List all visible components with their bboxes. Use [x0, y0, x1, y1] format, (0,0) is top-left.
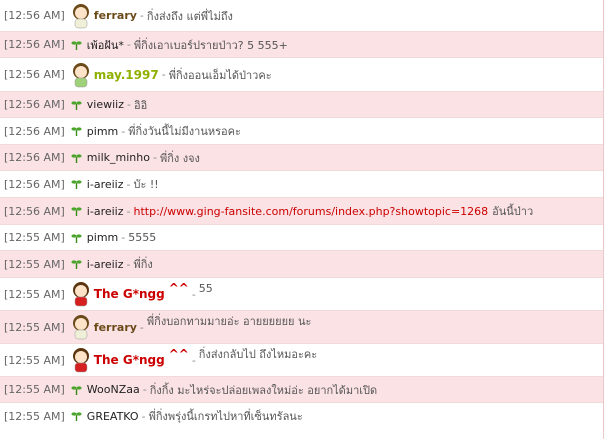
chat-message: [12:56 AM] i-areiiz - บัะ !! — [0, 171, 603, 198]
separator: - — [191, 287, 196, 301]
chat-message: [12:56 AM] milk_minho - พี่กิ่ง งจง — [0, 145, 603, 171]
girl-avatar-icon — [72, 348, 89, 373]
username[interactable]: pimm — [87, 231, 118, 244]
separator: - — [126, 257, 131, 271]
message-time: [12:55 AM] — [4, 383, 65, 396]
sprout-icon — [71, 412, 82, 421]
username[interactable]: WooNZaa — [87, 383, 140, 396]
message-time: [12:55 AM] — [4, 287, 65, 301]
message-time: [12:56 AM] — [4, 38, 65, 51]
sprout-icon — [71, 207, 82, 216]
sprout-icon — [71, 153, 82, 163]
sprout-icon — [71, 260, 82, 269]
message-text: 55 — [198, 281, 213, 295]
message-text: กิ่งส่งกลับไป ถึงไหมอะคะ — [198, 348, 318, 361]
separator: - — [142, 383, 147, 396]
message-time: [12:55 AM] — [4, 353, 65, 367]
message-text: พี่กิ่งออนเอ็มได้ป่าวคะ — [168, 68, 272, 82]
separator: - — [161, 68, 166, 81]
message-time: [12:56 AM] — [4, 151, 65, 164]
chat-log: [12:56 AM] ferrary - กิ่งส่งถึง แต่พี่ไม… — [0, 0, 604, 439]
girl-avatar-icon — [72, 62, 89, 87]
username[interactable]: The G*ngg — [94, 287, 165, 301]
separator: - — [141, 409, 146, 423]
message-time: [12:56 AM] — [4, 204, 65, 218]
chat-message: [12:56 AM] เพ้อฝัน* - พี่กิ่งเอาเบอร์ปรา… — [0, 32, 603, 58]
sprout-icon — [71, 40, 82, 50]
separator: - — [191, 353, 196, 367]
chat-message: [12:56 AM] viewiiz - อิอิ — [0, 92, 603, 118]
username[interactable]: ferrary — [94, 321, 137, 334]
username[interactable]: i-areiiz — [87, 258, 124, 271]
message-text: พี่กิ่ง — [133, 258, 153, 271]
message-text: กิ่งส่งถึง แต่พี่ไม่ถึง — [146, 9, 233, 23]
sprout-icon — [71, 180, 82, 189]
message-time: [12:56 AM] — [4, 177, 65, 191]
message-text: 5555 — [128, 231, 157, 244]
separator: - — [126, 177, 131, 191]
sprout-icon — [71, 233, 82, 243]
separator: - — [121, 231, 126, 244]
message-time: [12:56 AM] — [4, 9, 65, 22]
username-suffix: ^^ — [168, 281, 189, 295]
girl-avatar-icon — [72, 315, 89, 340]
username[interactable]: i-areiiz — [87, 178, 124, 191]
username[interactable]: เพ้อฝัน* — [87, 36, 124, 54]
girl-avatar-icon — [72, 3, 89, 28]
message-text: พี่กิ่ง งจง — [159, 151, 200, 165]
sprout-icon — [71, 100, 82, 110]
username[interactable]: pimm — [87, 125, 118, 138]
message-text: อันนี้ป่าว — [492, 205, 534, 218]
separator: - — [126, 38, 131, 51]
message-time: [12:56 AM] — [4, 124, 65, 138]
message-text: พี่กิ่งบอกทามมายอ่ะ อายยยยยย นะ — [146, 315, 312, 328]
message-time: [12:56 AM] — [4, 68, 65, 81]
message-time: [12:56 AM] — [4, 98, 65, 111]
sprout-icon — [71, 127, 82, 136]
username[interactable]: The G*ngg — [94, 353, 165, 367]
separator: - — [121, 124, 126, 138]
separator: - — [127, 98, 131, 111]
chat-message: [12:56 AM] may.1997 - พี่กิ่งออนเอ็มได้ป… — [0, 58, 603, 92]
chat-message: [12:55 AM] WooNZaa - กิ่งกิ้ง มะไหร่จะปล… — [0, 377, 603, 403]
chat-message: [12:55 AM] pimm - 5555 — [0, 225, 603, 251]
chat-message: [12:55 AM] i-areiiz - พี่กิ่ง — [0, 251, 603, 278]
message-time: [12:55 AM] — [4, 320, 65, 334]
username[interactable]: viewiiz — [87, 98, 124, 111]
separator: - — [139, 320, 144, 334]
message-text: พี่กิ่งพรุ่งนี้เกรทไปหาที่เซ็นทรัลนะ — [148, 410, 303, 423]
sprout-icon — [71, 385, 82, 395]
message-text: อิอิ — [134, 98, 148, 112]
username[interactable]: i-areiiz — [87, 205, 124, 218]
separator: - — [139, 9, 144, 22]
girl-avatar-icon — [72, 282, 89, 307]
message-text: บัะ !! — [133, 178, 159, 191]
chat-message: [12:56 AM] ferrary - กิ่งส่งถึง แต่พี่ไม… — [0, 0, 603, 32]
message-text: พี่กิ่งวันนี้ไม่มีงานหรอคะ — [128, 125, 241, 138]
message-text: กิ่งกิ้ง มะไหร่จะปล่อยเพลงใหม่อ่ะ อยากได… — [149, 383, 378, 397]
message-time: [12:55 AM] — [4, 409, 65, 423]
separator: - — [126, 204, 131, 218]
username[interactable]: may.1997 — [94, 68, 159, 82]
chat-message: [12:56 AM] pimm - พี่กิ่งวันนี้ไม่มีงานห… — [0, 118, 603, 145]
separator: - — [152, 151, 157, 164]
username-suffix: ^^ — [168, 347, 189, 361]
username[interactable]: GREATKO — [87, 410, 139, 423]
chat-message: [12:55 AM] ferrary - พี่กิ่งบอกทามมายอ่ะ… — [0, 311, 603, 344]
message-link[interactable]: http://www.ging-fansite.com/forums/index… — [133, 205, 488, 218]
username[interactable]: milk_minho — [87, 151, 150, 164]
chat-message: [12:55 AM] The G*ngg ^^ - 55 — [0, 278, 603, 311]
username[interactable]: ferrary — [94, 9, 137, 22]
message-text: พี่กิ่งเอาเบอร์ปรายป่าว? 5 555+ — [133, 38, 288, 52]
message-time: [12:55 AM] — [4, 231, 65, 244]
message-time: [12:55 AM] — [4, 257, 65, 271]
chat-message: [12:56 AM] i-areiiz - http://www.ging-fa… — [0, 198, 603, 225]
chat-message: [12:55 AM] The G*ngg ^^ - กิ่งส่งกลับไป … — [0, 344, 603, 377]
chat-message: [12:55 AM] GREATKO - พี่กิ่งพรุ่งนี้เกรท… — [0, 403, 603, 429]
